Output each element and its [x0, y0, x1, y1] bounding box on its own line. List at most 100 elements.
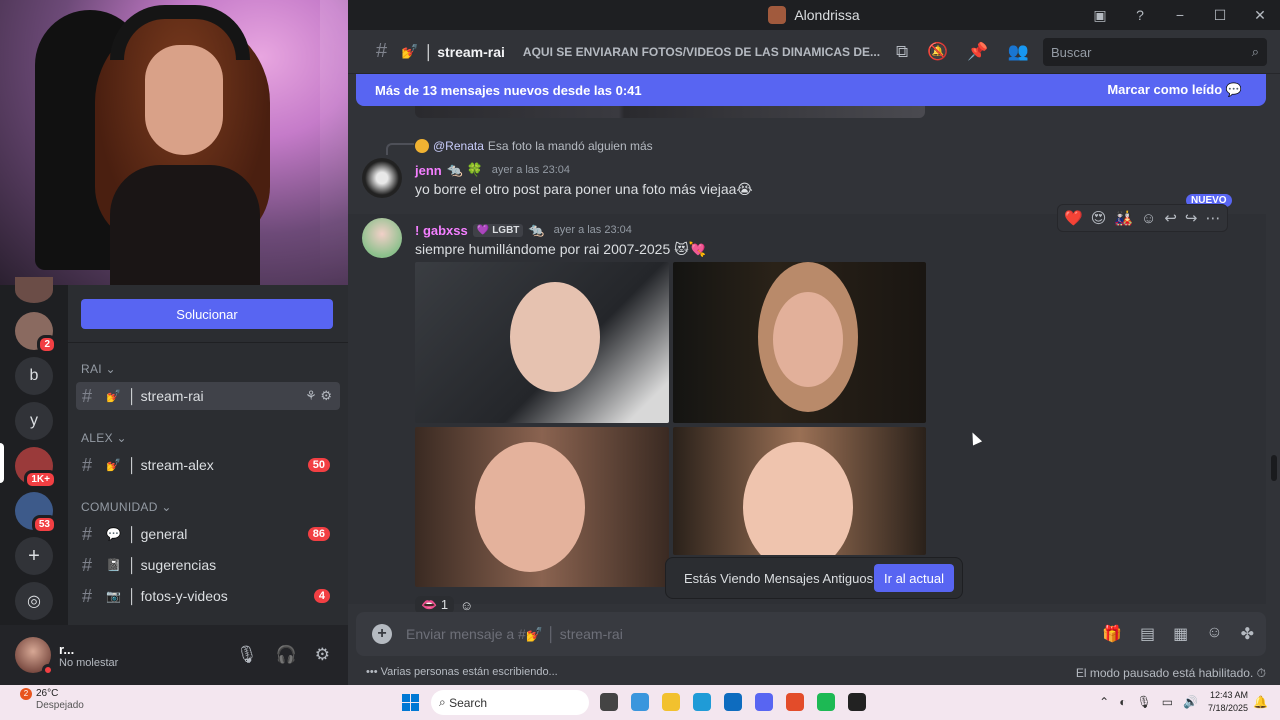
widgets-icon[interactable] — [631, 693, 649, 711]
heart-eyes-reaction-icon[interactable]: 😍 — [1091, 209, 1107, 227]
search-input[interactable]: Buscar ⌕ — [1043, 38, 1267, 66]
weather-widget[interactable]: 2 26°C Despejado — [20, 688, 84, 712]
server-icon[interactable]: b — [15, 357, 53, 395]
inbox-icon[interactable]: ▣ — [1080, 7, 1120, 24]
attachment-image[interactable] — [415, 262, 669, 423]
help-icon[interactable]: ? — [1120, 7, 1160, 23]
maximize-button[interactable]: ☐ — [1200, 7, 1240, 24]
channel-topic[interactable]: AQUI SE ENVIARAN FOTOS/VIDEOS DE LAS DIN… — [523, 45, 883, 59]
channel-title: │ stream-rai — [424, 43, 505, 60]
message-input[interactable]: Enviar mensaje a #💅 │ stream-rai — [406, 626, 623, 643]
close-button[interactable]: ✕ — [1240, 7, 1280, 24]
server-icon[interactable] — [15, 277, 53, 303]
solve-button[interactable]: Solucionar — [81, 299, 333, 329]
mute-icon[interactable]: 🔕 — [927, 42, 948, 62]
category-alex[interactable]: ALEX ⌄ — [81, 431, 127, 445]
channel-general[interactable]: # 💬 │ general 86 — [76, 520, 340, 548]
message-header: ! gabxss 💜 LGBT 🐀 ayer a las 23:04 — [415, 222, 632, 238]
message-action-bar: ❤️ 😍 🎎 ☺ ↩ ↪ ⋯ — [1057, 204, 1228, 232]
title-bar: Alondrissa ▣ ? − ☐ ✕ — [348, 0, 1280, 30]
volume-icon[interactable]: 🔊 — [1183, 695, 1198, 709]
discord-icon[interactable] — [755, 693, 773, 711]
slow-mode-notice: El modo pausado está habilitado. ⏱ — [1075, 666, 1266, 680]
user-info[interactable]: r... No molestar — [59, 642, 118, 669]
obs-icon[interactable] — [848, 693, 866, 711]
channel-stream-alex[interactable]: # 💅 │ stream-alex 50 — [76, 451, 340, 479]
message-author[interactable]: ! gabxss — [415, 223, 468, 238]
explore-icon[interactable]: ◎ — [15, 582, 53, 620]
more-icon[interactable]: ⋯ — [1206, 209, 1221, 227]
server-icon[interactable]: 53 — [15, 492, 57, 534]
add-reaction-icon[interactable]: ☺ — [1141, 210, 1156, 227]
gear-icon[interactable]: ⚙ — [315, 645, 330, 665]
threads-icon[interactable]: ⧉ — [896, 42, 908, 62]
sticker-icon[interactable]: ▦ — [1173, 624, 1188, 644]
store-icon[interactable] — [724, 693, 742, 711]
taskbar-search[interactable]: ⌕ Search — [431, 690, 589, 715]
scrollbar[interactable] — [1271, 455, 1277, 481]
category-comunidad[interactable]: COMUNIDAD ⌄ — [81, 500, 172, 514]
role-tag: 💜 LGBT — [472, 223, 524, 237]
file-explorer-icon[interactable] — [662, 693, 680, 711]
message-author[interactable]: jenn — [415, 163, 442, 178]
forward-icon[interactable]: ↪ — [1185, 209, 1198, 227]
new-messages-bar[interactable]: Más de 13 mensajes nuevos desde las 0:41… — [356, 74, 1266, 106]
add-server-icon[interactable]: + — [15, 537, 53, 575]
channel-settings-icons[interactable]: ⚘ ⚙ — [305, 388, 332, 404]
heart-reaction-icon[interactable]: ❤️ — [1064, 209, 1083, 227]
edge-icon[interactable] — [693, 693, 711, 711]
hash-icon: # — [82, 454, 93, 475]
chrome-icon[interactable] — [786, 693, 804, 711]
channel-stream-rai[interactable]: # 💅 │ stream-rai ⚘ ⚙ — [76, 382, 340, 410]
mic-tray-icon[interactable]: 🎙 — [1136, 695, 1151, 709]
unread-count-badge: 50 — [307, 458, 330, 472]
emoji-icon[interactable]: ☺ — [1206, 624, 1222, 644]
avatar[interactable] — [362, 218, 402, 258]
task-view-icon[interactable] — [600, 693, 618, 711]
jump-to-present-button[interactable]: Ir al actual — [874, 564, 954, 592]
server-icon[interactable]: 1K+ — [15, 447, 57, 489]
network-icon[interactable]: ◐ — [1119, 695, 1126, 709]
attachment-image[interactable] — [673, 262, 926, 423]
chevron-up-icon[interactable]: ⌃ — [1099, 695, 1109, 709]
attachment-image[interactable] — [673, 427, 926, 555]
search-icon: ⌕ — [1251, 44, 1259, 59]
attachment-image[interactable] — [415, 427, 669, 587]
headphones-icon[interactable]: 🎧 — [276, 645, 297, 665]
microphone-icon[interactable]: 🎙 — [236, 645, 258, 665]
channel-name: │ stream-rai — [128, 388, 204, 404]
custom-reaction-icon[interactable]: 🎎 — [1114, 209, 1133, 227]
channel-emoji: 💅 — [401, 43, 419, 59]
attach-plus-icon[interactable]: + — [372, 624, 392, 644]
reply-icon[interactable]: ↩ — [1164, 209, 1177, 227]
gift-icon[interactable]: 🎁 — [1102, 624, 1122, 644]
mark-as-read-button[interactable]: Marcar como leído 💬 — [1107, 82, 1242, 98]
avatar[interactable] — [362, 158, 402, 198]
gif-icon[interactable]: ▤ — [1140, 624, 1155, 644]
window-controls: ▣ ? − ☐ ✕ — [1080, 0, 1280, 30]
avatar[interactable] — [15, 637, 54, 676]
apps-icon[interactable]: ✤ — [1241, 624, 1254, 644]
message-composer[interactable]: + Enviar mensaje a #💅 │ stream-rai 🎁 ▤ ▦… — [356, 612, 1266, 656]
start-button[interactable] — [402, 694, 419, 711]
channel-fotos-y-videos[interactable]: # 📷 │ fotos-y-videos 4 — [76, 582, 340, 610]
reply-mention[interactable]: @Renata — [433, 139, 484, 153]
previous-message-images[interactable] — [415, 106, 925, 118]
user-controls: 🎙 🎧 ⚙ — [236, 645, 330, 665]
reply-preview[interactable]: @Renata Esa foto la mandó alguien más — [415, 139, 653, 153]
spotify-icon[interactable] — [817, 693, 835, 711]
hash-icon: # — [82, 385, 93, 406]
category-rai[interactable]: RAI ⌄ — [81, 362, 116, 376]
display-icon[interactable]: ▭ — [1162, 695, 1173, 709]
server-icon[interactable]: 2 — [15, 312, 57, 354]
clock[interactable]: 12:43 AM 7/18/2025 — [1208, 689, 1248, 715]
server-icon[interactable]: y — [15, 402, 53, 440]
minimize-button[interactable]: − — [1160, 7, 1200, 23]
members-icon[interactable]: 👥 — [1007, 42, 1028, 62]
add-reaction-icon[interactable]: ☺ — [460, 598, 473, 613]
channel-sugerencias[interactable]: # 📓 │ sugerencias — [76, 551, 340, 579]
pin-icon[interactable]: 📌 — [967, 42, 988, 62]
notification-icon[interactable]: 🔔 — [1253, 695, 1268, 709]
message-text: yo borre el otro post para poner una fot… — [415, 181, 753, 197]
webcam-overlay — [0, 0, 348, 285]
